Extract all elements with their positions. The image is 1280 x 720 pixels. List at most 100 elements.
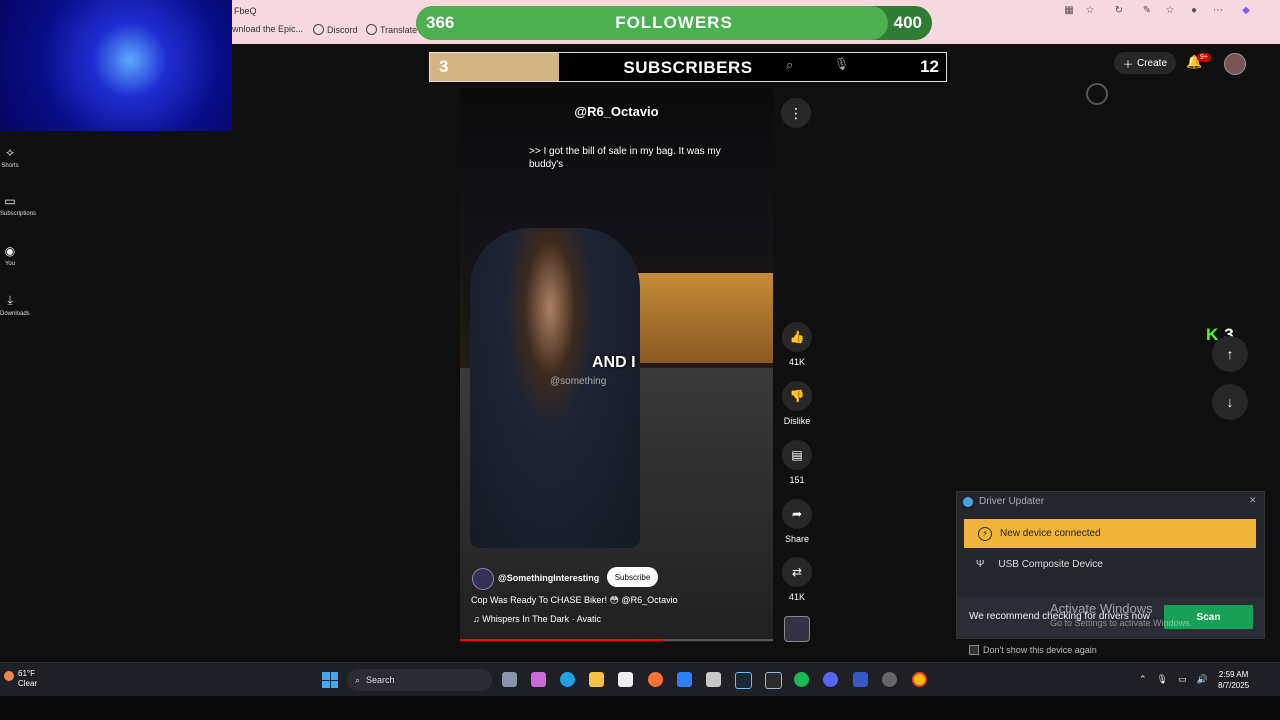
music-note-icon: ♫: [473, 614, 483, 624]
microphone-icon[interactable]: 🎙: [834, 57, 849, 71]
followers-label: FOLLOWERS: [615, 13, 733, 32]
remix-icon: ⇄: [782, 557, 812, 587]
globe-icon: [366, 24, 377, 35]
extension-icon[interactable]: ✎: [1141, 5, 1153, 17]
followers-goal: 400: [893, 13, 922, 32]
video-title[interactable]: Cop Was Ready To CHASE Biker! 😳 @R6_Octa…: [471, 595, 678, 606]
share-icon: ➦: [782, 499, 812, 529]
edge-icon[interactable]: [560, 672, 575, 687]
bookmark-discord[interactable]: Discord: [313, 24, 358, 35]
chevron-up-icon[interactable]: ⌃: [1139, 674, 1147, 685]
video-progress-bar[interactable]: [460, 639, 773, 641]
menu-icon[interactable]: ⋯: [1212, 5, 1224, 17]
spotify-icon[interactable]: [794, 672, 809, 687]
steam-icon[interactable]: [735, 672, 752, 689]
favorites-icon[interactable]: ☆: [1164, 5, 1176, 17]
copilot-app-icon[interactable]: [531, 672, 546, 687]
sidebar-item-you[interactable]: ◉ You: [0, 244, 20, 267]
create-button[interactable]: ＋ Create: [1114, 52, 1176, 74]
remix-button[interactable]: ⇄ 41K: [781, 557, 813, 602]
dropbox-icon[interactable]: [677, 672, 692, 687]
subscribers-goal: 12: [920, 57, 939, 76]
plus-icon: ＋: [1122, 59, 1133, 71]
activate-windows-title: Activate Windows: [1050, 601, 1153, 616]
app-icon[interactable]: [706, 672, 721, 687]
network-icon[interactable]: ▭: [1178, 674, 1187, 685]
search-icon: ⌕: [355, 674, 361, 685]
new-device-alert: ⚡ New device connected: [964, 519, 1256, 548]
discord-icon[interactable]: [823, 672, 838, 687]
subscribers-goal-bar: SUBSCRIBERS 3 12 ⌕ 🎙: [429, 52, 947, 82]
channel-name-link[interactable]: @SomethingInteresting: [498, 573, 599, 583]
refresh-icon[interactable]: ↻: [1113, 5, 1125, 17]
sidebar-item-downloads[interactable]: ⤓ Downloads: [0, 293, 30, 317]
driver-updater-logo-icon: [963, 497, 973, 507]
checkbox-icon: [969, 645, 979, 655]
file-explorer-icon[interactable]: [589, 672, 604, 687]
chrome-icon[interactable]: [912, 672, 927, 687]
dont-show-checkbox[interactable]: Don't show this device again: [969, 645, 1097, 655]
task-view-icon[interactable]: [502, 672, 517, 687]
previous-short-button[interactable]: ↑: [1212, 336, 1248, 372]
microphone-icon[interactable]: 🎙: [1157, 674, 1168, 685]
arrow-up-icon: ↑: [1226, 346, 1234, 362]
webcam-overlay: [0, 0, 232, 131]
bookmark-epic[interactable]: wnload the Epic...: [232, 24, 303, 34]
subscriptions-icon: ▭: [4, 194, 16, 208]
taskbar-search[interactable]: ⌕ Search: [347, 669, 492, 691]
sidebar-item-shorts[interactable]: ⟡ Shorts: [0, 145, 20, 169]
subscribe-button[interactable]: Subscribe: [607, 567, 658, 587]
weather-widget[interactable]: 61°F Clear: [4, 669, 37, 689]
thumbs-up-icon: 👍: [782, 322, 812, 352]
windows-start-icon[interactable]: [322, 672, 338, 688]
store-icon[interactable]: [618, 672, 633, 687]
like-button[interactable]: 👍 41K: [781, 322, 813, 367]
copilot-icon[interactable]: ◆: [1240, 5, 1252, 17]
share-button[interactable]: ➦ Share: [781, 499, 813, 544]
profile-icon[interactable]: ●: [1188, 5, 1200, 17]
taskbar-clock[interactable]: 2:59 AM 8/7/2025: [1218, 669, 1249, 691]
video-progress-fill: [460, 639, 664, 641]
avatar[interactable]: [1224, 53, 1246, 75]
video-scene-officer: [470, 228, 640, 548]
notification-badge: 9+: [1197, 53, 1211, 62]
more-options-button[interactable]: ⋮: [781, 98, 811, 128]
firefox-icon[interactable]: [648, 672, 663, 687]
globe-icon: [313, 24, 324, 35]
video-channel-handle: @R6_Octavio: [574, 104, 659, 119]
comment-count: 151: [789, 475, 805, 485]
obs-icon[interactable]: [882, 672, 897, 687]
dislike-label: Dislike: [783, 416, 811, 426]
dislike-button[interactable]: 👎 Dislike: [781, 381, 813, 426]
app-icon-2[interactable]: [853, 672, 868, 687]
comment-icon: ▤: [782, 440, 812, 470]
loading-spinner-icon: [1086, 83, 1108, 105]
like-count: 41K: [788, 357, 805, 367]
activate-windows-subtitle: Go to Settings to activate Windows.: [1050, 618, 1193, 628]
usb-icon: Ψ: [976, 559, 985, 570]
share-label: Share: [784, 534, 810, 544]
sound-thumbnail[interactable]: [784, 616, 810, 642]
shorts-icon: ⟡: [6, 145, 14, 159]
arrow-down-icon: ↓: [1226, 394, 1234, 410]
nvidia-icon[interactable]: [765, 672, 782, 689]
tab-title-fragment[interactable]: FbeQ: [234, 6, 257, 16]
device-entry: Ψ USB Composite Device: [976, 559, 1103, 570]
close-icon[interactable]: ✕: [1249, 495, 1257, 506]
next-short-button[interactable]: ↓: [1212, 384, 1248, 420]
system-tray[interactable]: ⌃ 🎙 ▭ 🔊: [1139, 674, 1208, 685]
channel-avatar[interactable]: [472, 568, 494, 590]
music-link[interactable]: ♫ Whispers In The Dark · Avatic: [473, 614, 601, 624]
sidebar-item-subscriptions[interactable]: ▭ Subscriptions: [0, 194, 36, 217]
bookmark-translate[interactable]: Translate: [366, 24, 417, 35]
star-icon[interactable]: ☆: [1084, 5, 1096, 17]
tab-search-icon[interactable]: ▦: [1063, 5, 1075, 17]
driver-updater-title: Driver Updater: [979, 496, 1045, 507]
search-icon[interactable]: ⌕: [786, 57, 793, 73]
short-video-player[interactable]: @R6_Octavio >> I got the bill of sale in…: [460, 88, 773, 642]
comments-button[interactable]: ▤ 151: [781, 440, 813, 485]
thumbs-down-icon: 👎: [782, 381, 812, 411]
volume-icon[interactable]: 🔊: [1197, 674, 1208, 685]
followers-current: 366: [426, 13, 455, 32]
video-watermark: @something: [550, 376, 607, 387]
